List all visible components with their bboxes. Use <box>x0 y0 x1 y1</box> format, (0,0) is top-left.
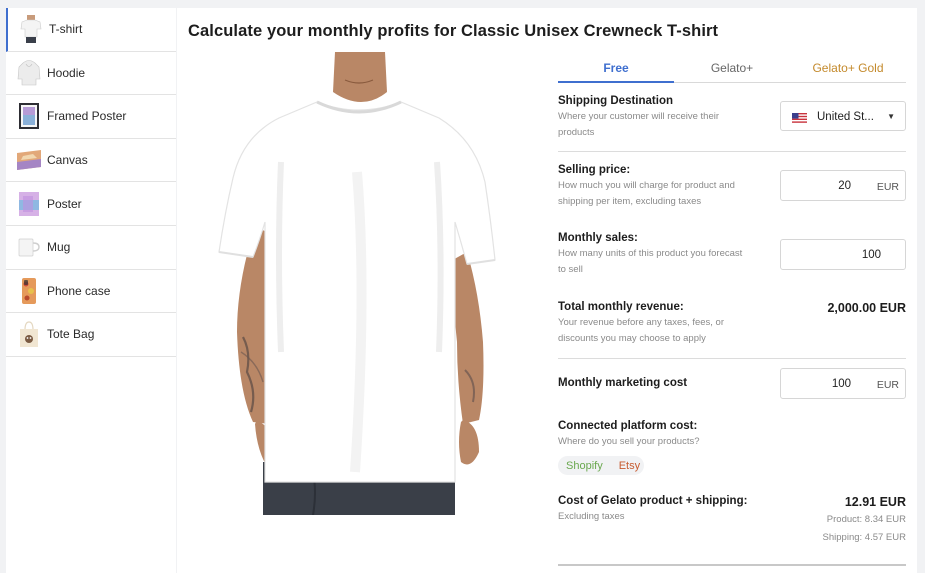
sidebar-item-canvas[interactable]: Canvas <box>6 139 176 183</box>
selling-price-help: How much you will charge for product and… <box>558 180 735 207</box>
platform-option-shopify[interactable]: Shopify <box>558 460 611 472</box>
sidebar-item-label: T-shirt <box>49 22 83 37</box>
sidebar-item-mug[interactable]: Mug <box>6 226 176 270</box>
chevron-down-icon: ▼ <box>887 112 895 121</box>
currency-label: EUR <box>876 379 899 391</box>
marketing-cost-row: Monthly marketing cost 100 EUR <box>558 368 906 399</box>
gelato-cost-row: Cost of Gelato product + shipping: Exclu… <box>558 495 906 543</box>
total-revenue-help: Your revenue before any taxes, fees, or … <box>558 317 725 344</box>
divider <box>558 564 906 566</box>
tshirt-thumbnail-icon <box>19 15 43 44</box>
sidebar-item-label: Framed Poster <box>47 109 127 124</box>
currency-label: EUR <box>876 181 899 193</box>
divider <box>558 151 906 152</box>
sidebar-item-tote-bag[interactable]: Tote Bag <box>6 313 176 357</box>
phone-case-thumbnail-icon <box>17 277 41 305</box>
plan-tabs: Free Gelato+ Gelato+ Gold <box>558 52 906 83</box>
sidebar-item-poster[interactable]: Poster <box>6 182 176 226</box>
framed-poster-thumbnail-icon <box>17 102 41 130</box>
us-flag-icon <box>792 113 807 123</box>
platform-cost-label: Connected platform cost: <box>558 420 698 432</box>
product-cost-value: Product: 8.34 EUR <box>826 514 906 525</box>
selling-price-value: 20 <box>838 180 851 192</box>
shipping-destination-select[interactable]: United St... ▼ <box>780 101 906 131</box>
shipping-destination-row: Shipping Destination Where your customer… <box>558 95 906 141</box>
sidebar-item-label: Mug <box>47 240 71 255</box>
mug-thumbnail-icon <box>17 233 41 261</box>
sidebar-item-label: Poster <box>47 196 82 211</box>
platform-option-etsy[interactable]: Etsy <box>611 460 648 472</box>
tab-gelato-plus[interactable]: Gelato+ <box>674 61 790 75</box>
divider <box>558 358 906 359</box>
sidebar-item-label: Tote Bag <box>47 327 95 342</box>
monthly-sales-input[interactable]: 100 <box>780 239 906 270</box>
total-revenue-value: 2,000.00 EUR <box>827 301 906 315</box>
product-sidebar: T-shirt Hoodie Framed Poster Canvas Post… <box>6 8 176 573</box>
sidebar-item-phone-case[interactable]: Phone case <box>6 270 176 314</box>
sidebar-item-tshirt[interactable]: T-shirt <box>6 8 176 52</box>
sidebar-item-label: Phone case <box>47 283 111 298</box>
marketing-cost-value: 100 <box>831 378 851 390</box>
gelato-cost-help: Excluding taxes <box>558 511 625 522</box>
canvas-thumbnail-icon <box>17 146 41 174</box>
selling-price-row: Selling price: How much you will charge … <box>558 164 906 210</box>
selling-price-input[interactable]: 20 EUR <box>780 170 906 201</box>
active-tab-indicator <box>558 81 674 83</box>
tab-gelato-plus-gold[interactable]: Gelato+ Gold <box>790 61 906 75</box>
platform-cost-row: Connected platform cost: Where do you se… <box>558 420 906 475</box>
poster-thumbnail-icon <box>17 190 41 218</box>
platform-selector: Shopify Etsy <box>558 456 644 475</box>
product-image <box>218 52 496 515</box>
shipping-cost-value: Shipping: 4.57 EUR <box>822 532 906 543</box>
tab-free[interactable]: Free <box>558 61 674 75</box>
marketing-cost-input[interactable]: 100 EUR <box>780 368 906 399</box>
tote-bag-thumbnail-icon <box>17 320 41 348</box>
sidebar-item-label: Hoodie <box>47 65 86 80</box>
total-revenue-row: Total monthly revenue: Your revenue befo… <box>558 301 906 347</box>
sidebar-item-hoodie[interactable]: Hoodie <box>6 52 176 96</box>
hoodie-thumbnail-icon <box>17 59 41 87</box>
shipping-destination-value: United St... <box>817 111 874 123</box>
sidebar-item-framed-poster[interactable]: Framed Poster <box>6 95 176 139</box>
sidebar-item-label: Canvas <box>47 153 88 168</box>
monthly-sales-value: 100 <box>861 249 881 261</box>
page-title: Calculate your monthly profits for Class… <box>188 22 719 40</box>
shipping-destination-help: Where your customer will receive their p… <box>558 111 720 138</box>
monthly-sales-row: Monthly sales: How many units of this pr… <box>558 232 906 278</box>
platform-cost-help: Where do you sell your products? <box>558 436 700 447</box>
profit-calculator: Free Gelato+ Gelato+ Gold Shipping Desti… <box>558 52 906 566</box>
gelato-cost-value: 12.91 EUR <box>844 495 906 509</box>
main-content: Calculate your monthly profits for Class… <box>177 8 917 573</box>
monthly-sales-help: How many units of this product you forec… <box>558 248 743 275</box>
